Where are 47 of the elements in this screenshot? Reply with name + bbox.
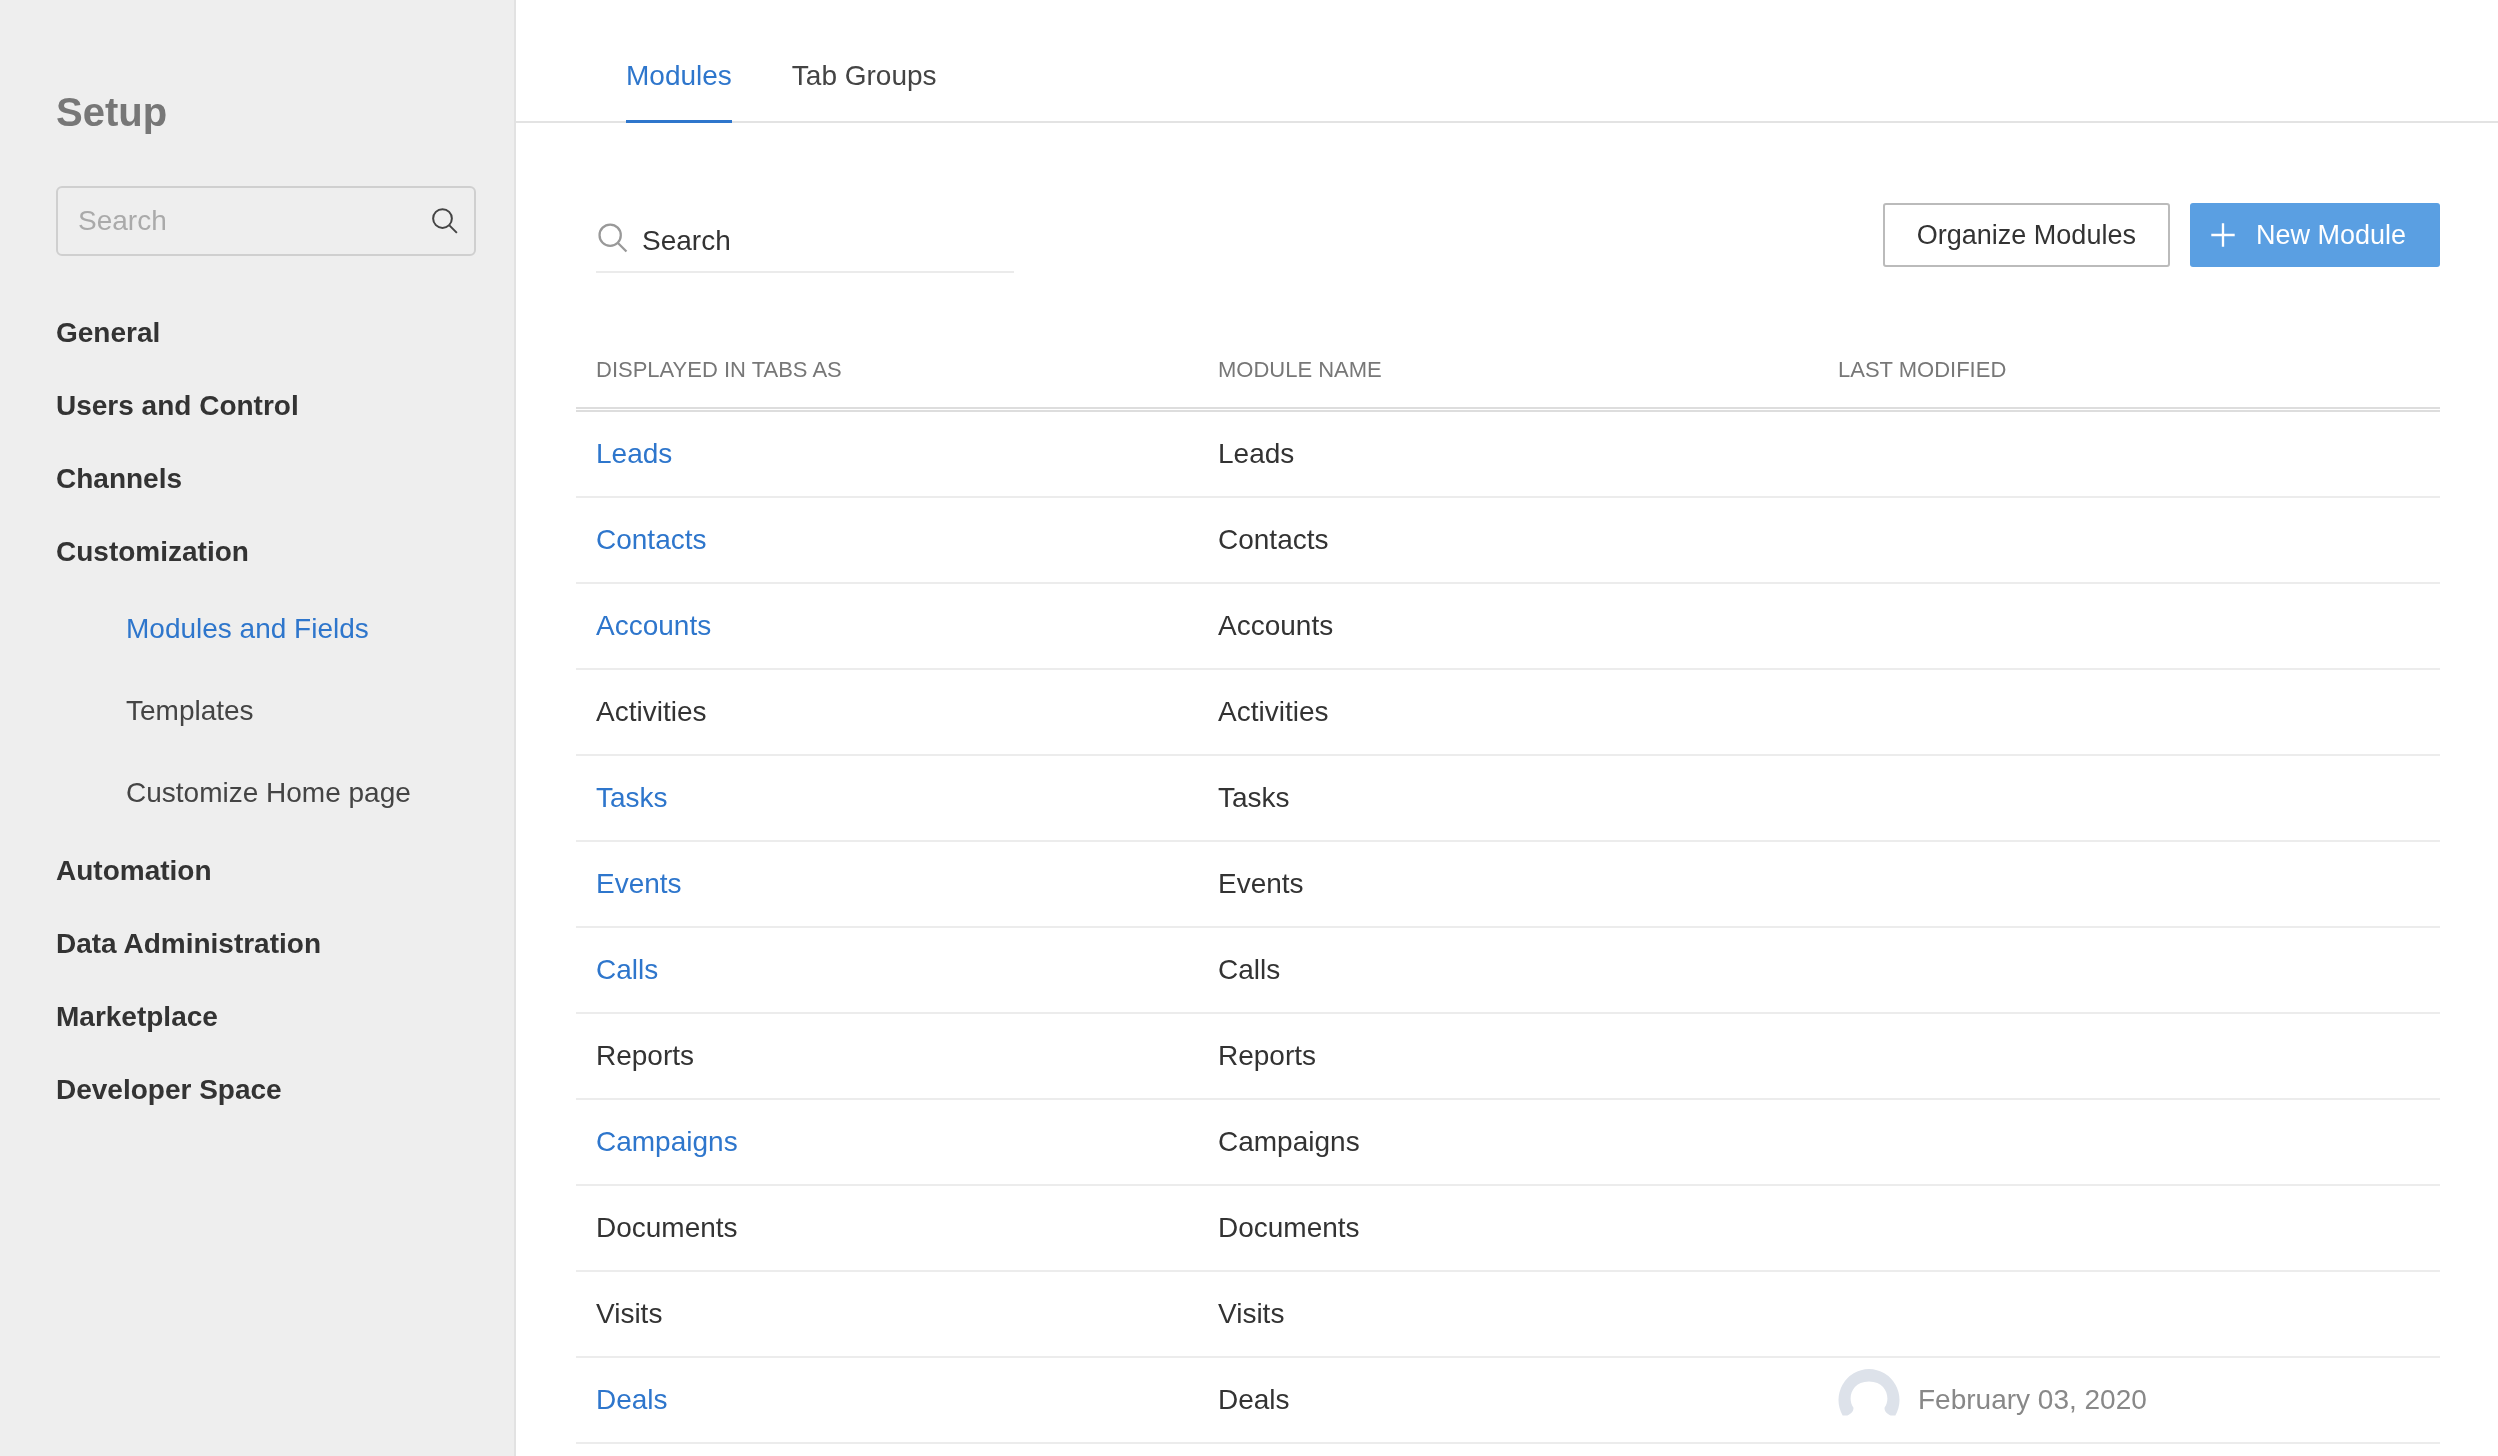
table-cell: Visits [1218,1298,1285,1330]
nav-item[interactable]: Developer Space [56,1053,282,1126]
table-cell: Leads [1218,438,1295,470]
table-cell: Visits [596,1298,663,1330]
module-link[interactable]: Calls [596,954,659,986]
column-header: MODULE NAME [1217,357,1383,383]
table-cell: Documents [596,1212,738,1244]
module-link[interactable]: Campaigns [596,1126,738,1158]
table-cell: Reports [1218,1040,1317,1072]
nav-item[interactable]: General [56,296,161,369]
modified-date: February 03, 2020 [1918,1384,2147,1416]
table-cell: Activities [1218,696,1329,728]
nav-item[interactable]: Channels [56,442,183,515]
table-cell: Reports [596,1040,695,1072]
tab[interactable]: Tab Groups [791,60,937,123]
nav-item[interactable]: Users and Control [56,369,299,442]
tab[interactable]: Modules [626,60,732,123]
table-cell: Documents [1218,1212,1360,1244]
search-field[interactable]: Search [56,186,476,256]
nav-item[interactable]: Modules and Fields [56,588,369,670]
table-cell: Deals [1218,1384,1290,1416]
nav-item[interactable]: Automation [56,834,212,907]
module-link[interactable]: Accounts [596,610,712,642]
nav-item[interactable]: Customize Home page [56,752,411,834]
module-link[interactable]: Leads [596,438,673,470]
table-cell: Activities [596,696,707,728]
organize-button[interactable]: Organize Modules [1882,203,2170,267]
table-cell: Contacts [1218,524,1329,556]
module-link[interactable]: Events [596,868,682,900]
table-cell: Tasks [1218,782,1290,814]
module-link[interactable]: Deals [596,1384,668,1416]
sidebar-title: Setup [56,89,169,136]
search-icon [430,206,460,236]
nav-item[interactable]: Customization [56,515,249,588]
module-link[interactable]: Tasks [596,782,668,814]
table-cell: Calls [1218,954,1281,986]
column-header: LAST MODIFIED [1837,357,2008,383]
table-cell: Campaigns [1218,1126,1360,1158]
nav-item[interactable]: Data Administration [56,907,321,980]
module-link[interactable]: Contacts [596,524,707,556]
column-header: DISPLAYED IN TABS AS [595,357,843,383]
nav-item[interactable]: Marketplace [56,980,218,1053]
table-cell: Events [1218,868,1304,900]
search-icon [596,221,630,255]
plus-icon [2209,222,2236,248]
table-cell: Accounts [1218,610,1334,642]
nav-item[interactable]: Templates [56,670,254,752]
